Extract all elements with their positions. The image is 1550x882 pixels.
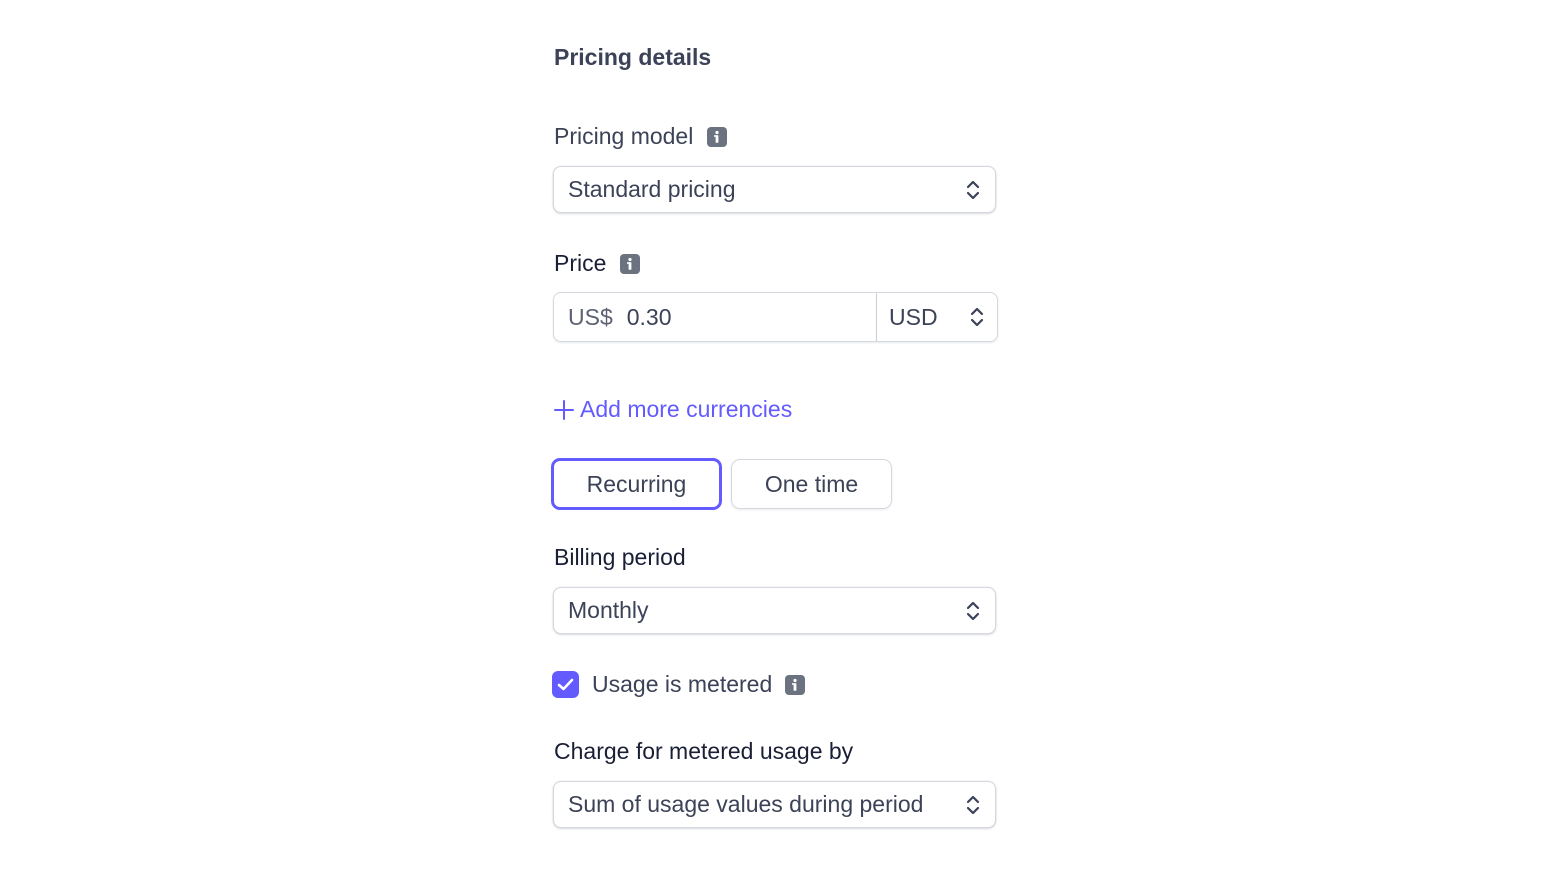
select-chevrons-icon (965, 794, 981, 816)
pricing-model-label: Pricing model (554, 123, 694, 149)
plus-icon (554, 399, 574, 420)
price-amount-value: 0.30 (626, 303, 672, 330)
billing-period-value: Monthly (568, 597, 649, 623)
billing-period-label: Billing period (554, 544, 686, 570)
billing-period-select[interactable]: Monthly (553, 587, 996, 634)
usage-metered-checkbox[interactable] (552, 671, 579, 698)
price-label: Price (554, 250, 607, 276)
metered-charge-select[interactable]: Sum of usage values during period (553, 781, 996, 828)
pricing-model-select[interactable]: Standard pricing (553, 166, 996, 213)
select-chevrons-icon (965, 179, 981, 201)
select-chevrons-icon (965, 600, 981, 622)
one-time-button[interactable]: One time (731, 459, 892, 509)
recurring-button[interactable]: Recurring (551, 458, 722, 510)
add-more-currencies-link[interactable]: Add more currencies (554, 396, 792, 423)
metered-charge-value: Sum of usage values during period (568, 791, 924, 817)
pricing-model-value: Standard pricing (568, 176, 736, 202)
currency-prefix: US$ (568, 303, 613, 330)
pricing-model-label-row: Pricing model (554, 123, 728, 150)
section-title: Pricing details (554, 44, 712, 70)
usage-metered-row: Usage is metered (552, 671, 806, 698)
currency-value: USD (889, 303, 938, 330)
billing-period-label-row: Billing period (554, 544, 686, 571)
metered-charge-label: Charge for metered usage by (554, 738, 854, 764)
currency-select[interactable]: USD (877, 293, 997, 341)
metered-charge-label-row: Charge for metered usage by (554, 738, 853, 765)
info-icon[interactable] (785, 674, 806, 695)
usage-metered-label: Usage is metered (592, 671, 773, 697)
add-more-currencies-label: Add more currencies (580, 396, 793, 422)
price-label-row: Price (554, 250, 641, 277)
info-icon[interactable] (620, 253, 641, 274)
checkmark-icon (557, 678, 574, 691)
info-icon[interactable] (707, 126, 728, 147)
price-amount-input[interactable]: US$ 0.30 (554, 293, 877, 341)
price-input-group: US$ 0.30 USD (553, 292, 998, 342)
select-chevrons-icon (969, 306, 985, 328)
